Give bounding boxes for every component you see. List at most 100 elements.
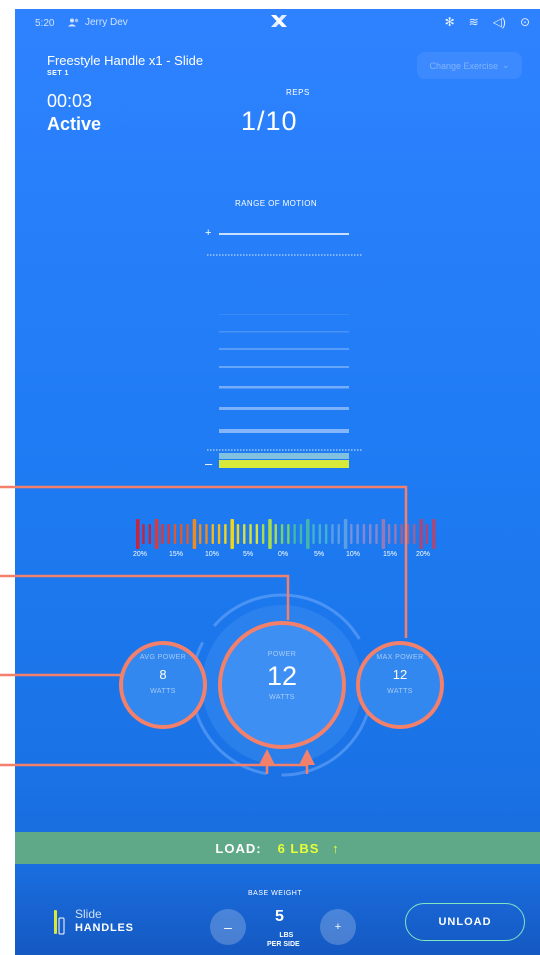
power-label: POWER [267,651,297,658]
balance-bar [192,519,197,549]
balance-bar [261,524,265,544]
tick-label: 20% [133,551,148,558]
balance-bar [375,524,378,544]
balance-bar [211,524,214,544]
rom-lines [219,314,349,433]
tick-label: 20% [416,551,431,558]
avg-power-unit: WATTS [150,688,176,695]
status-bar: 5:20 Jerry Dev ✻ ≋ ◁) ⊙ [15,9,540,35]
reps-value: 1/10 [241,106,298,136]
balance-bar [387,524,391,544]
balance-bar [394,524,397,544]
balance-bar [217,524,221,544]
balance-bar [167,524,170,544]
balance-bar [400,524,403,544]
bottom-panel: Slide HANDLES BASE WEIGHT – 5 LBS PER SI… [15,864,540,955]
balance-bar [255,524,259,544]
balance-bar [312,524,315,544]
app-logo [270,14,288,32]
balance-bar [224,524,227,544]
power-dial-graphics [119,593,444,777]
balance-bar [287,524,290,544]
balance-bar [350,524,353,544]
set-label: SET 1 [47,70,69,77]
handle-icon [54,910,65,935]
max-power-unit: WATTS [387,688,413,695]
balance-bar [356,524,359,544]
exercise-title: Freestyle Handle x1 - Slide [47,53,204,68]
bluetooth-icon: ✻ [444,15,455,29]
balance-bar [369,524,372,544]
rom-current-bar-shadow [219,453,349,459]
avg-power-value: 8 [159,667,167,682]
tick-label: 5% [314,551,325,558]
chevron-down-icon: ⌄ [502,60,510,70]
tick-label: 0% [278,551,289,558]
tick-label: 10% [205,551,220,558]
balance-bar [306,519,310,549]
balance-bar [425,524,429,544]
up-arrow-icon: ↑ [332,840,340,856]
timer: 00:03 [47,91,93,111]
balance-bar [161,524,164,544]
balance-bar [173,524,177,544]
balance-bar [381,519,386,549]
range-of-motion-graph [207,233,363,468]
balance-bar [274,524,277,544]
balance-bar [180,524,183,544]
base-weight-value: 5 [275,908,284,925]
base-weight-unit: LBS PER SIDE [267,931,300,949]
balance-bar [249,524,252,544]
load-indicator: LOAD: 6 LBS ↑ [15,832,540,864]
range-of-motion-label: RANGE OF MOTION [235,199,317,208]
tick-label: 15% [383,551,398,558]
tick-label: 10% [346,551,361,558]
power-value: 12 [266,661,298,691]
balance-bar [136,519,140,549]
rom-current-bar [219,460,349,468]
load-label: LOAD: [215,840,262,856]
power-unit: WATTS [269,694,295,701]
balance-bar [318,524,322,544]
accessory-type: HANDLES [75,922,134,934]
change-exercise-button[interactable]: Change Exercise ⌄ [417,52,522,79]
balance-bar [293,524,296,544]
balance-bar [236,524,240,544]
decrement-weight-button[interactable]: – [210,909,246,945]
balance-bar [299,524,303,544]
balance-tick-labels: 20% 15% 10% 5% 0% 5% 10% 15% 20% [133,551,438,563]
balance-bar [243,524,246,544]
balance-meter [136,519,436,549]
balance-bar [205,524,208,544]
max-power-label: MAX POWER [376,654,424,661]
increment-weight-button[interactable]: + [320,909,356,945]
user-name: Jerry Dev [85,17,128,28]
status-time: 5:20 [35,18,55,29]
base-weight-label: BASE WEIGHT [248,890,303,897]
change-exercise-label: Change Exercise [429,60,498,71]
volume-icon: ◁) [492,15,506,29]
balance-bar [432,519,436,549]
tick-label: 5% [243,551,254,558]
unit-per-side: PER SIDE [267,941,300,948]
balance-bar [362,524,366,544]
balance-bar [186,524,189,544]
max-power-dial: MAX POWER 12 WATTS [358,654,442,695]
balance-bar [343,519,348,549]
balance-bar [331,524,334,544]
load-value: 6 LBS ↑ [278,841,340,856]
unload-button[interactable]: UNLOAD [405,903,525,941]
status-icons: ✻ ≋ ◁) ⊙ [445,15,530,29]
balance-bar [230,519,234,549]
balance-bar [198,524,202,544]
load-value-text: 6 LBS [277,840,320,856]
accessory-name: Slide [75,907,102,921]
tick-label: 15% [169,551,184,558]
user-indicator: Jerry Dev [68,17,128,28]
power-dial: POWER 12 WATTS [230,651,334,701]
logo-icon [271,15,287,27]
chevron-circle-icon[interactable]: ⊙ [520,15,530,29]
max-power-value: 12 [392,667,408,682]
balance-bar [406,524,410,544]
balance-bar [148,524,151,544]
